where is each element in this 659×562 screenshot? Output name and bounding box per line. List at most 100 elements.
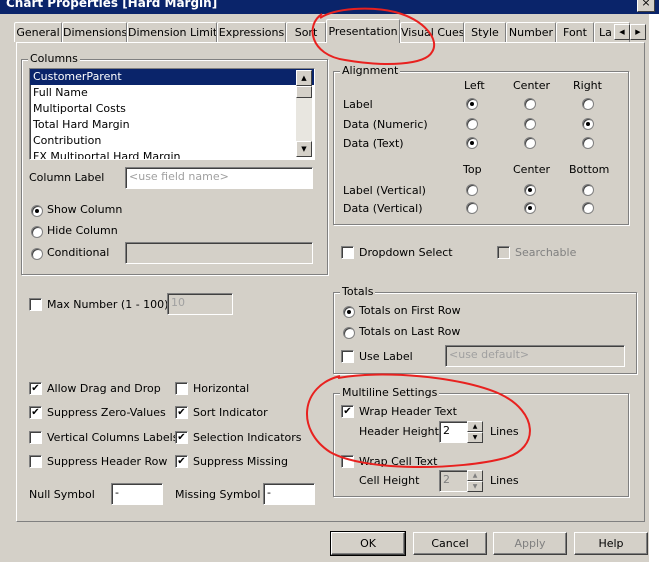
- cell-height-input[interactable]: 2: [439, 470, 469, 492]
- use-label-checkbox[interactable]: [341, 350, 354, 363]
- conditional-input[interactable]: [125, 242, 313, 264]
- label-right-radio[interactable]: [582, 98, 594, 110]
- list-item[interactable]: FX Multiportal Hard Margin: [30, 149, 314, 159]
- cell-height-value: 2: [443, 473, 450, 486]
- sort-indicator-checkbox[interactable]: ✔: [175, 406, 188, 419]
- suppress-header-checkbox[interactable]: [29, 455, 42, 468]
- column-label-label: Column Label: [29, 171, 105, 184]
- allow-drag-label: Allow Drag and Drop: [47, 382, 161, 395]
- conditional-radio[interactable]: [31, 248, 43, 260]
- vertical-labels-checkbox[interactable]: [29, 431, 42, 444]
- cancel-button[interactable]: Cancel: [413, 532, 487, 555]
- null-symbol-label: Null Symbol: [29, 488, 95, 501]
- tab-dimensions[interactable]: Dimensions: [62, 22, 127, 42]
- data-top-radio[interactable]: [466, 202, 478, 214]
- label-left-radio[interactable]: [466, 98, 478, 110]
- data-bottom-radio[interactable]: [582, 202, 594, 214]
- close-button[interactable]: ×: [637, 0, 655, 12]
- selection-indicators-checkbox[interactable]: ✔: [175, 431, 188, 444]
- list-scrollbar[interactable]: ▲ ▼: [296, 70, 312, 157]
- header-height-input[interactable]: 2: [439, 421, 469, 443]
- columns-list[interactable]: CustomerParent Full Name Multiportal Cos…: [29, 68, 315, 160]
- scroll-thumb[interactable]: [296, 86, 312, 98]
- tab-expressions[interactable]: Expressions: [217, 22, 286, 42]
- scroll-up-icon[interactable]: ▲: [296, 70, 312, 86]
- wrap-header-checkbox[interactable]: ✔: [341, 405, 354, 418]
- header-height-down-icon[interactable]: ▼: [467, 432, 483, 443]
- tab-sort[interactable]: Sort: [286, 22, 326, 42]
- sort-indicator-label: Sort Indicator: [193, 406, 268, 419]
- text-center-radio[interactable]: [524, 137, 536, 149]
- tab-general[interactable]: General: [14, 22, 62, 42]
- ok-button[interactable]: OK: [330, 531, 406, 556]
- dropdown-select-label: Dropdown Select: [359, 246, 453, 259]
- null-symbol-input[interactable]: -: [111, 483, 163, 505]
- columns-legend: Columns: [28, 52, 80, 65]
- cell-height-up-icon[interactable]: ▲: [467, 470, 483, 481]
- searchable-label: Searchable: [515, 246, 577, 259]
- header-height-up-icon[interactable]: ▲: [467, 421, 483, 432]
- tab-scroll-right-icon[interactable]: ▶: [630, 24, 646, 40]
- data-vcenter-radio[interactable]: [524, 202, 536, 214]
- show-column-radio[interactable]: [31, 205, 43, 217]
- tab-number[interactable]: Number: [506, 22, 556, 42]
- searchable-checkbox[interactable]: [497, 246, 510, 259]
- numeric-left-radio[interactable]: [466, 118, 478, 130]
- align-col-center: Center: [513, 79, 551, 92]
- horizontal-checkbox[interactable]: [175, 382, 188, 395]
- show-column-label: Show Column: [47, 203, 123, 216]
- totals-label-input[interactable]: <use default>: [445, 345, 625, 367]
- text-left-radio[interactable]: [466, 137, 478, 149]
- label-center-radio[interactable]: [524, 98, 536, 110]
- dropdown-select-checkbox[interactable]: [341, 246, 354, 259]
- wrap-cell-checkbox[interactable]: [341, 455, 354, 468]
- totals-last-row-label: Totals on Last Row: [359, 325, 461, 338]
- tab-visual-cues[interactable]: Visual Cues: [400, 22, 464, 42]
- list-item[interactable]: CustomerParent: [30, 69, 314, 85]
- cell-height-down-icon[interactable]: ▼: [467, 481, 483, 492]
- totals-first-row-radio[interactable]: [343, 306, 355, 318]
- list-item[interactable]: Full Name: [30, 85, 314, 101]
- suppress-zero-label: Suppress Zero-Values: [47, 406, 166, 419]
- allow-drag-checkbox[interactable]: ✔: [29, 382, 42, 395]
- column-label-input[interactable]: <use field name>: [125, 167, 313, 189]
- align-data-text-row: Data (Text): [343, 137, 404, 150]
- text-right-radio[interactable]: [582, 137, 594, 149]
- scroll-down-icon[interactable]: ▼: [296, 141, 312, 157]
- suppress-zero-checkbox[interactable]: ✔: [29, 406, 42, 419]
- tab-presentation[interactable]: Presentation: [326, 19, 400, 43]
- apply-button[interactable]: Apply: [493, 532, 567, 555]
- label-bottom-radio[interactable]: [582, 184, 594, 196]
- align-label-vertical-row: Label (Vertical): [343, 184, 426, 197]
- align-col-center-vertical: Center: [513, 163, 551, 176]
- tab-font[interactable]: Font: [556, 22, 594, 42]
- totals-last-row-radio[interactable]: [343, 327, 355, 339]
- suppress-missing-checkbox[interactable]: ✔: [175, 455, 188, 468]
- numeric-center-radio[interactable]: [524, 118, 536, 130]
- tab-style[interactable]: Style: [464, 22, 506, 42]
- numeric-right-radio[interactable]: [582, 118, 594, 130]
- missing-symbol-label: Missing Symbol: [175, 488, 261, 501]
- tab-dimension-limits[interactable]: Dimension Limits: [127, 22, 217, 42]
- align-col-left: Left: [464, 79, 485, 92]
- list-item[interactable]: Contribution: [30, 133, 314, 149]
- help-button[interactable]: Help: [574, 532, 648, 555]
- null-symbol-value: -: [115, 486, 119, 499]
- max-number-checkbox[interactable]: [29, 298, 42, 311]
- align-data-numeric-row: Data (Numeric): [343, 118, 428, 131]
- label-top-radio[interactable]: [466, 184, 478, 196]
- list-item[interactable]: Total Hard Margin: [30, 117, 314, 133]
- missing-symbol-value: -: [267, 486, 271, 499]
- cell-height-label: Cell Height: [359, 474, 420, 487]
- label-vcenter-radio[interactable]: [524, 184, 536, 196]
- header-height-value: 2: [443, 424, 450, 437]
- totals-legend: Totals: [340, 285, 376, 298]
- tab-scroll-left-icon[interactable]: ◀: [614, 24, 630, 40]
- multiline-legend: Multiline Settings: [340, 386, 440, 399]
- list-item[interactable]: Multiportal Costs: [30, 101, 314, 117]
- hide-column-radio[interactable]: [31, 226, 43, 238]
- missing-symbol-input[interactable]: -: [263, 483, 315, 505]
- max-number-input[interactable]: 10: [167, 293, 233, 315]
- wrap-header-label: Wrap Header Text: [359, 405, 457, 418]
- align-col-top: Top: [463, 163, 482, 176]
